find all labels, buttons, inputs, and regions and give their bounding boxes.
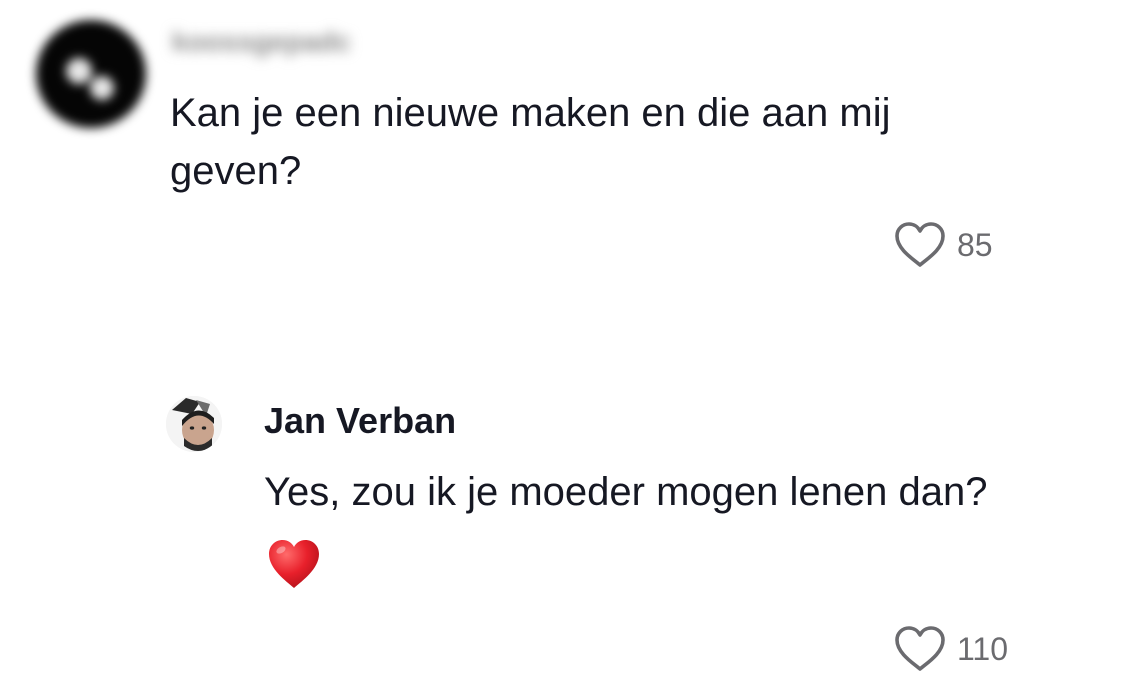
red-heart-emoji xyxy=(269,540,319,588)
profile-photo-avatar xyxy=(166,396,222,452)
commenter-username[interactable]: koossgepadc xyxy=(172,26,351,58)
replier-username[interactable]: Jan Verban xyxy=(264,400,456,442)
avatar-shape xyxy=(90,76,114,100)
like-count: 110 xyxy=(957,630,1009,667)
like-button[interactable]: 110 xyxy=(893,624,1008,674)
commenter-avatar[interactable] xyxy=(36,20,146,128)
heart-outline-icon xyxy=(895,222,945,267)
heart-outline-icon xyxy=(895,626,945,671)
replier-avatar[interactable] xyxy=(166,396,222,452)
like-button[interactable]: 85 xyxy=(893,220,993,270)
avatar-shape xyxy=(66,58,92,84)
comment-text: Kan je een nieuwe maken en die aan mij g… xyxy=(170,91,891,193)
like-count: 85 xyxy=(957,226,993,263)
reply-text: Yes, zou ik je moeder mogen lenen dan? xyxy=(264,470,988,514)
